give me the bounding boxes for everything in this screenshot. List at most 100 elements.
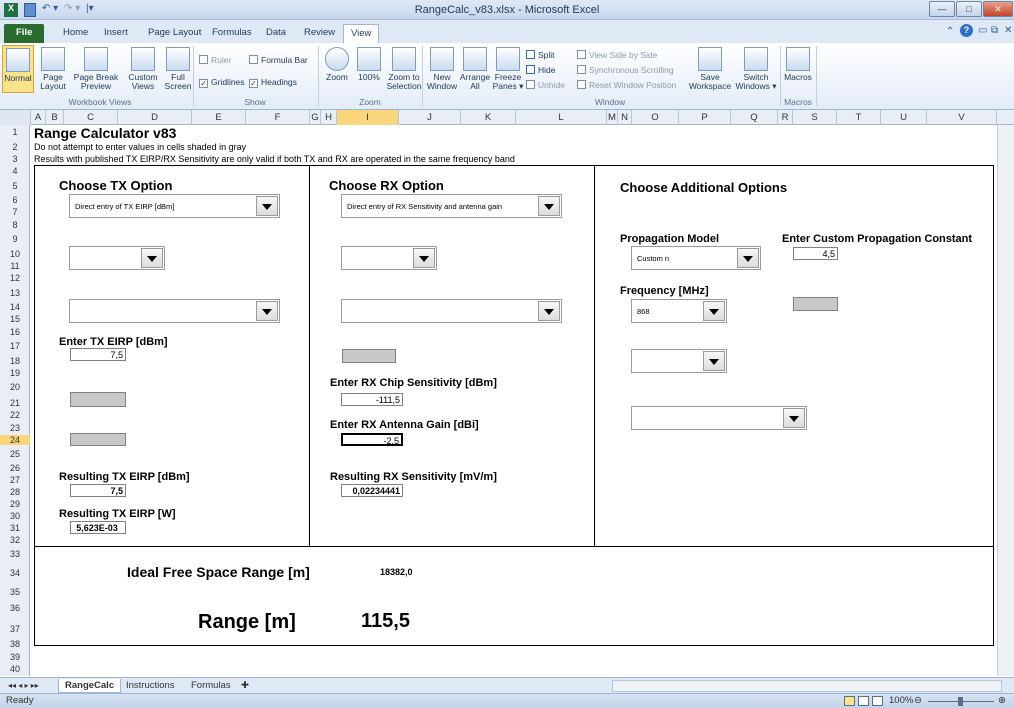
column-header-b[interactable]: B: [46, 110, 64, 125]
chevron-down-icon[interactable]: [783, 408, 805, 428]
chevron-down-icon[interactable]: [538, 301, 560, 321]
zoom-out-icon[interactable]: ⊖: [914, 694, 922, 708]
page-layout-view-button[interactable]: Page Layout: [37, 47, 69, 91]
row-header[interactable]: 39: [0, 652, 30, 662]
row-header[interactable]: 16: [0, 327, 30, 337]
column-header-o[interactable]: O: [632, 110, 679, 125]
row-header[interactable]: 22: [0, 410, 30, 420]
normal-view-button[interactable]: Normal: [2, 45, 34, 93]
rx-dropdown-2[interactable]: [341, 246, 437, 270]
minimize-ribbon-icon[interactable]: ⌃: [946, 26, 954, 37]
rx-chip-input[interactable]: -111,5: [341, 393, 403, 406]
sheet-tab-instructions[interactable]: Instructions: [120, 679, 181, 693]
view-side-by-side-button[interactable]: View Side by Side: [577, 50, 657, 60]
switch-windows-button[interactable]: Switch Windows ▾: [733, 47, 779, 91]
macros-button[interactable]: Macros: [782, 47, 814, 82]
unhide-button[interactable]: Unhide: [526, 80, 565, 90]
tab-review[interactable]: Review: [297, 24, 342, 43]
row-header[interactable]: 32: [0, 535, 30, 545]
arrange-all-button[interactable]: Arrange All: [459, 47, 491, 91]
tx-eirp-input[interactable]: 7,5: [70, 348, 126, 361]
frequency-dropdown[interactable]: 868: [631, 299, 727, 323]
column-header-a[interactable]: A: [31, 110, 46, 125]
row-header[interactable]: 21: [0, 398, 30, 408]
horizontal-scrollbar[interactable]: [612, 680, 1002, 692]
tab-file[interactable]: File: [4, 24, 45, 43]
rx-gain-input[interactable]: -2,5: [341, 433, 403, 446]
minimize-button[interactable]: —: [929, 1, 955, 17]
insert-sheet-icon[interactable]: ✚: [235, 679, 255, 693]
column-header-v[interactable]: V: [927, 110, 997, 125]
column-header-j[interactable]: J: [399, 110, 461, 125]
sheet-tab-formulas[interactable]: Formulas: [185, 679, 237, 693]
reset-window-position-button[interactable]: Reset Window Position: [577, 80, 676, 90]
worksheet-grid[interactable]: Range Calculator v83 Do not attempt to e…: [31, 125, 1014, 676]
column-header-u[interactable]: U: [881, 110, 927, 125]
sheet-nav-icons[interactable]: ◂◂ ◂ ▸ ▸▸: [2, 679, 45, 693]
zoom-100-button[interactable]: 100%: [354, 47, 384, 82]
row-header[interactable]: 36: [0, 603, 30, 613]
tab-formulas[interactable]: Formulas: [205, 24, 259, 43]
column-header-n[interactable]: N: [618, 110, 632, 125]
save-workspace-button[interactable]: Save Workspace: [687, 47, 733, 91]
chevron-down-icon[interactable]: [141, 248, 163, 268]
row-header[interactable]: 10: [0, 249, 30, 259]
synchronous-scrolling-button[interactable]: Synchronous Scrolling: [577, 65, 674, 75]
column-header-i[interactable]: I: [337, 110, 399, 125]
column-header-e[interactable]: E: [192, 110, 246, 125]
page-break-preview-button[interactable]: Page Break Preview: [72, 47, 120, 91]
workbook-close-icon[interactable]: ✕: [1004, 25, 1012, 36]
row-header[interactable]: 29: [0, 499, 30, 509]
select-all-button[interactable]: [0, 110, 31, 125]
row-header[interactable]: 11: [0, 261, 30, 271]
column-header-k[interactable]: K: [461, 110, 516, 125]
additional-dropdown-3[interactable]: [631, 349, 727, 373]
row-header[interactable]: 34: [0, 568, 30, 578]
row-header[interactable]: 28: [0, 487, 30, 497]
row-header[interactable]: 18: [0, 356, 30, 366]
row-header[interactable]: 8: [0, 220, 30, 230]
hide-button[interactable]: Hide: [526, 65, 555, 75]
chevron-down-icon[interactable]: [538, 196, 560, 216]
tx-option-dropdown[interactable]: Direct entry of TX EIRP [dBm]: [69, 194, 280, 218]
additional-dropdown-4[interactable]: [631, 406, 807, 430]
row-header[interactable]: 15: [0, 314, 30, 324]
new-window-button[interactable]: New Window: [425, 47, 459, 91]
custom-constant-input[interactable]: 4,5: [793, 247, 838, 260]
chevron-down-icon[interactable]: [737, 248, 759, 268]
chevron-down-icon[interactable]: [256, 196, 278, 216]
zoom-slider-handle[interactable]: [958, 697, 963, 706]
tab-page-layout[interactable]: Page Layout: [141, 24, 208, 43]
row-header[interactable]: 27: [0, 475, 30, 485]
propagation-model-dropdown[interactable]: Custom n: [631, 246, 761, 270]
page-break-icon[interactable]: [872, 696, 883, 706]
row-header[interactable]: 33: [0, 549, 30, 559]
zoom-button[interactable]: Zoom: [322, 47, 352, 82]
rx-dropdown-3[interactable]: [341, 299, 562, 323]
close-button[interactable]: ✕: [983, 1, 1013, 17]
gridlines-checkbox[interactable]: ✓ Gridlines: [199, 77, 245, 88]
sheet-tab-rangecalc[interactable]: RangeCalc: [58, 679, 122, 693]
tab-view[interactable]: View: [343, 24, 380, 43]
column-header-q[interactable]: Q: [731, 110, 778, 125]
formula-bar-checkbox[interactable]: Formula Bar: [249, 55, 308, 65]
ruler-checkbox[interactable]: Ruler: [199, 55, 231, 65]
chevron-down-icon[interactable]: [413, 248, 435, 268]
row-header[interactable]: 6: [0, 195, 30, 205]
row-header[interactable]: 4: [0, 166, 30, 176]
row-header[interactable]: 23: [0, 423, 30, 433]
column-header-t[interactable]: T: [837, 110, 881, 125]
column-header-c[interactable]: C: [64, 110, 118, 125]
row-header-selected[interactable]: 24: [0, 435, 30, 445]
row-header[interactable]: 26: [0, 463, 30, 473]
row-header[interactable]: 25: [0, 449, 30, 459]
full-screen-button[interactable]: Full Screen: [162, 47, 194, 91]
tab-insert[interactable]: Insert: [97, 24, 135, 43]
column-header-d[interactable]: D: [118, 110, 192, 125]
workbook-minimize-icon[interactable]: ▭: [978, 25, 987, 36]
column-header-m[interactable]: M: [607, 110, 618, 125]
column-header-s[interactable]: S: [793, 110, 837, 125]
row-header[interactable]: 17: [0, 341, 30, 351]
chevron-down-icon[interactable]: [256, 301, 278, 321]
row-header[interactable]: 7: [0, 207, 30, 217]
